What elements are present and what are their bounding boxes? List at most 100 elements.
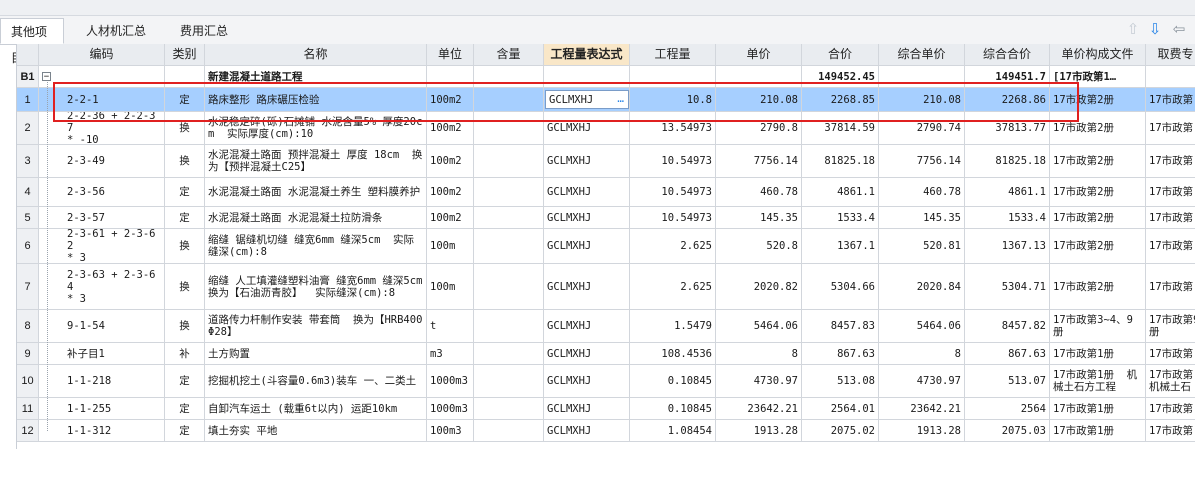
header-total-price[interactable]: 合价 [802,44,879,66]
header-price-composition-file[interactable]: 单价构成文件 [1050,44,1146,66]
row-total: 1367.1 [802,229,879,264]
arrow-up-icon[interactable]: ⇧ [1124,20,1142,38]
row-expr[interactable]: GCLMXHJ [544,145,630,178]
row-expr[interactable]: GCLMXHJ [544,310,630,343]
tab-other-items[interactable]: 其他项目 [0,18,64,65]
row-qty: 0.10845 [630,365,716,398]
row-composite-price: 520.81 [879,229,965,264]
row-content [474,420,544,442]
row-type: 换 [165,145,205,178]
row-expr[interactable]: GCLMXHJ [544,207,630,229]
row-composite-price: 23642.21 [879,398,965,420]
row-fee: 17市政第9册 [1146,310,1195,343]
row-type: 定 [165,88,205,112]
row-unit: t [427,310,474,343]
header-unit-price[interactable]: 单价 [716,44,802,66]
arrow-left-icon[interactable]: ⇦ [1170,20,1188,38]
row-expr[interactable]: GCLMXHJ [544,343,630,365]
row-file: 17市政第3~4、9册 [1050,310,1146,343]
row-price: 5464.06 [716,310,802,343]
row-number[interactable]: 7 [17,264,39,310]
row-composite-total: 2268.86 [965,88,1050,112]
more-options-icon[interactable]: … [617,93,624,105]
budget-grid: 编码 类别 名称 单位 含量 工程量表达式 工程量 单价 合价 综合单价 综合合价 单价构成文件 取费专… [16,44,1195,449]
row-number[interactable]: 10 [17,365,39,398]
row-code: 2-2-1 [39,88,165,112]
tab-cost-summary[interactable]: 费用汇总 [170,18,242,44]
row-qty: 2.625 [630,264,716,310]
row-expr[interactable]: GCLMXHJ [544,365,630,398]
row-unit: 100m [427,264,474,310]
group-row-cprice [879,66,965,88]
collapse-toggle-icon[interactable]: − [42,72,51,82]
row-expr[interactable]: GCLMXHJ [544,112,630,145]
group-row-composite-total: 149451.7 [965,66,1050,88]
row-name: 挖掘机挖土(斗容量0.6m3)装车 一、二类土 [205,365,427,398]
header-fee[interactable]: 取费专 [1146,44,1195,66]
row-code: 2-2-36 + 2-2-37 * -10 [39,112,165,145]
header-composite-unit-price[interactable]: 综合单价 [879,44,965,66]
header-composite-total[interactable]: 综合合价 [965,44,1050,66]
row-name: 道路传力杆制作安装 带套筒 换为【HRB400Φ28】 [205,310,427,343]
row-composite-price: 145.35 [879,207,965,229]
row-qty: 1.08454 [630,420,716,442]
row-expr[interactable]: GCLMXHJ [544,229,630,264]
row-code: 补子目1 [39,343,165,365]
arrow-down-icon[interactable]: ⇩ [1146,20,1164,38]
row-number[interactable]: 12 [17,420,39,442]
row-content [474,178,544,207]
row-unit: 100m2 [427,178,474,207]
header-type[interactable]: 类别 [165,44,205,66]
row-type: 换 [165,112,205,145]
row-composite-price: 5464.06 [879,310,965,343]
row-expr[interactable]: GCLMXHJ [544,178,630,207]
row-number[interactable]: 5 [17,207,39,229]
row-expr[interactable]: GCLMXHJ [544,398,630,420]
row-number[interactable]: 3 [17,145,39,178]
row-price: 145.35 [716,207,802,229]
row-unit: 1000m3 [427,398,474,420]
row-number[interactable]: 6 [17,229,39,264]
row-type: 补 [165,343,205,365]
row-total: 5304.66 [802,264,879,310]
row-composite-total: 2075.03 [965,420,1050,442]
row-number[interactable]: 2 [17,112,39,145]
row-file: 17市政第1册 [1050,398,1146,420]
row-number[interactable]: 8 [17,310,39,343]
top-strip [0,0,1195,16]
row-fee: 17市政第 [1146,145,1195,178]
row-file: 17市政第1册 [1050,343,1146,365]
row-number[interactable]: 11 [17,398,39,420]
header-content[interactable]: 含量 [474,44,544,66]
row-fee: 17市政第 [1146,112,1195,145]
row-composite-total: 37813.77 [965,112,1050,145]
tab-labor-material-summary[interactable]: 人材机汇总 [76,18,162,44]
header-code[interactable]: 编码 [39,44,165,66]
header-quantity[interactable]: 工程量 [630,44,716,66]
header-quantity-expression[interactable]: 工程量表达式 [544,44,630,66]
row-type: 定 [165,178,205,207]
row-expr[interactable]: GCLMXHJ [544,264,630,310]
row-number[interactable]: 9 [17,343,39,365]
row-expr[interactable]: GCLMXHJ [544,420,630,442]
row-name: 填土夯实 平地 [205,420,427,442]
row-price: 7756.14 [716,145,802,178]
header-unit[interactable]: 单位 [427,44,474,66]
row-price: 23642.21 [716,398,802,420]
row-file: 17市政第1册 [1050,420,1146,442]
row-content [474,229,544,264]
row-code: 2-3-49 [39,145,165,178]
row-content [474,145,544,178]
row-qty: 108.4536 [630,343,716,365]
header-name[interactable]: 名称 [205,44,427,66]
row-number[interactable]: 1 [17,88,39,112]
row-file: 17市政第2册 [1050,264,1146,310]
row-fee: 17市政第 [1146,88,1195,112]
row-composite-total: 1533.4 [965,207,1050,229]
row-fee: 17市政第 [1146,229,1195,264]
row-expr[interactable]: GCLMXHJ… [544,88,630,112]
expression-edit-field[interactable]: GCLMXHJ… [545,90,629,109]
row-number[interactable]: 4 [17,178,39,207]
row-qty: 10.54973 [630,178,716,207]
row-code: 1-1-255 [39,398,165,420]
